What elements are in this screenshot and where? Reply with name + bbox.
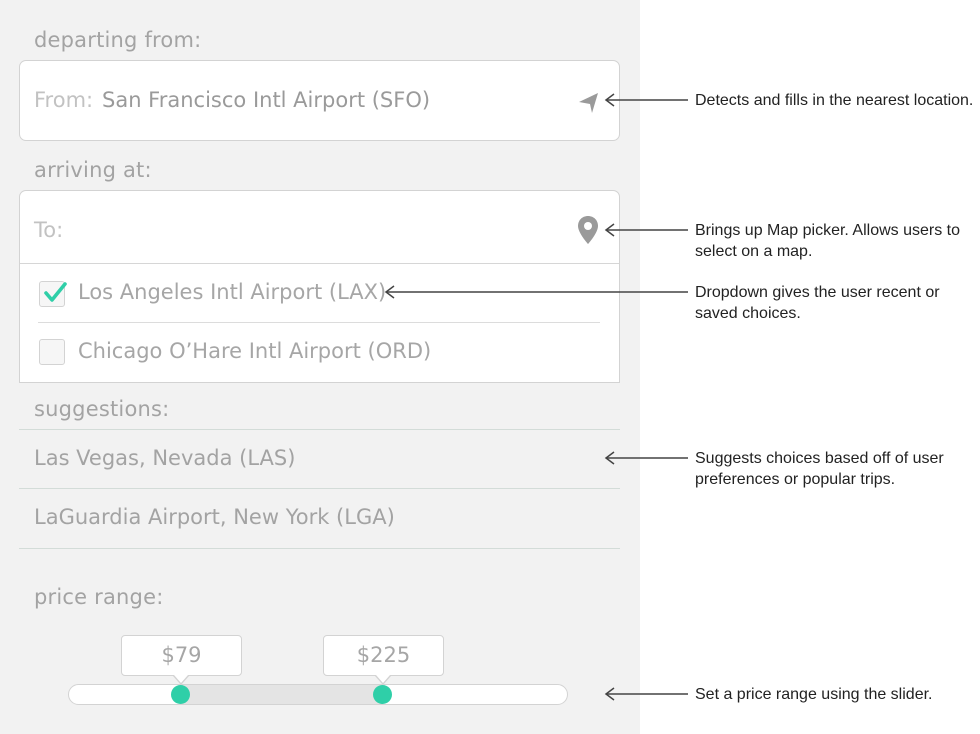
price-range-section-label: price range: — [34, 585, 164, 609]
annotation-dropdown: Dropdown gives the user recent or saved … — [695, 284, 940, 322]
annotation-arrow — [604, 687, 688, 701]
arriving-section-label: arriving at: — [34, 158, 152, 182]
suggestion-item[interactable]: LaGuardia Airport, New York (LGA) — [34, 505, 395, 529]
annotation-location-detect: Detects and fills in the nearest locatio… — [695, 92, 974, 109]
min-price-bubble: $79 — [121, 635, 242, 676]
location-arrow-icon[interactable] — [576, 89, 602, 115]
map-pin-icon[interactable] — [577, 215, 599, 245]
price-slider-min-handle[interactable] — [171, 685, 190, 704]
from-field-label: From: — [34, 88, 94, 112]
max-price-bubble: $225 — [323, 635, 444, 676]
annotation-suggestions: Suggests choices based off of user prefe… — [695, 450, 944, 488]
annotation-arrow — [604, 93, 688, 107]
suggestions-section-label: suggestions: — [34, 397, 170, 421]
checkmark-icon — [44, 282, 67, 302]
from-field[interactable]: From: San Francisco Intl Airport (SFO) — [19, 60, 620, 141]
dropdown-item-label: Los Angeles Intl Airport (LAX) — [78, 280, 387, 304]
min-price-bubble-tail-fill — [174, 675, 188, 683]
max-price-bubble-tail-fill — [376, 675, 390, 683]
annotation-price-slider: Set a price range using the slider. — [695, 686, 933, 703]
departing-section-label: departing from: — [34, 28, 202, 52]
annotation-arrow — [384, 285, 688, 299]
price-slider-max-handle[interactable] — [373, 685, 392, 704]
checkbox-checked[interactable] — [39, 281, 67, 307]
flight-search-panel: departing from: From: San Francisco Intl… — [0, 0, 640, 734]
annotation-map-picker: Brings up Map picker. Allows users to se… — [695, 222, 961, 260]
dropdown-item[interactable]: Chicago O’Hare Intl Airport (ORD) — [20, 323, 619, 383]
suggestion-divider — [19, 429, 620, 430]
annotation-arrow — [604, 451, 688, 465]
suggestion-divider — [19, 548, 620, 549]
dropdown-item-label: Chicago O’Hare Intl Airport (ORD) — [78, 339, 432, 363]
checkbox-unchecked[interactable] — [39, 339, 65, 365]
from-field-value[interactable]: San Francisco Intl Airport (SFO) — [102, 88, 430, 112]
price-slider-selected-range — [181, 685, 383, 704]
suggestion-item[interactable]: Las Vegas, Nevada (LAS) — [34, 446, 295, 470]
to-field-label: To: — [34, 218, 64, 242]
suggestion-divider — [19, 488, 620, 489]
annotation-arrow — [604, 223, 688, 237]
